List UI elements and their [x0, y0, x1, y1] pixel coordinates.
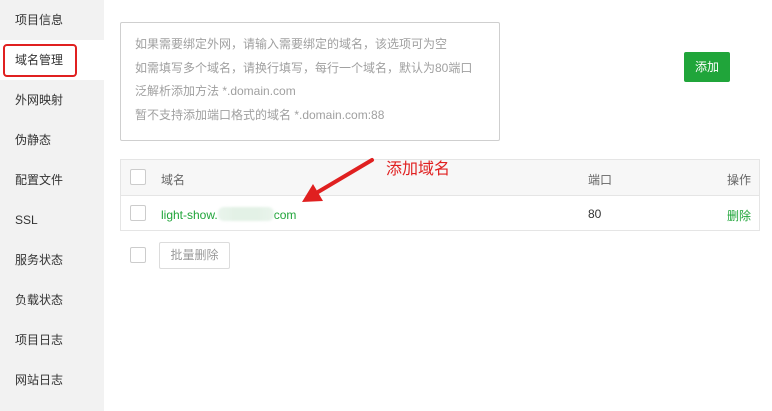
sidebar-item-project-info[interactable]: 项目信息: [0, 0, 104, 40]
sidebar-item-rewrite[interactable]: 伪静态: [0, 120, 104, 160]
annotation-label: 添加域名: [386, 161, 451, 178]
delete-link[interactable]: 删除: [727, 207, 751, 224]
domain-input[interactable]: 如果需要绑定外网，请输入需要绑定的域名，该选项可为空 如需填写多个域名，请换行填…: [120, 22, 500, 141]
domain-input-hint: 如果需要绑定外网，请输入需要绑定的域名，该选项可为空: [135, 37, 448, 51]
redacted-mask: [217, 207, 274, 221]
sidebar-item-label: 伪静态: [15, 133, 52, 147]
sidebar-item-label: 外网映射: [15, 93, 64, 107]
sidebar-item-load-status[interactable]: 负载状态: [0, 280, 104, 320]
sidebar-item-label: 网站日志: [15, 373, 64, 387]
batch-select-checkbox[interactable]: [130, 247, 146, 263]
domain-input-hint: 泛解析添加方法 *.domain.com: [135, 84, 296, 98]
domain-prefix: light-show.: [161, 208, 218, 222]
domain-cell: light-show. com: [161, 207, 296, 222]
table-row: light-show. com 80 删除: [121, 196, 759, 230]
sidebar-item-ssl[interactable]: SSL: [0, 200, 104, 240]
sidebar-item-label: 项目信息: [15, 13, 64, 27]
sidebar-item-label: SSL: [15, 213, 38, 227]
sidebar-item-site-log[interactable]: 网站日志: [0, 360, 104, 400]
sidebar-item-project-log[interactable]: 项目日志: [0, 320, 104, 360]
sidebar-item-label: 服务状态: [15, 253, 64, 267]
sidebar-item-label: 负载状态: [15, 293, 64, 307]
sidebar-item-external-mapping[interactable]: 外网映射: [0, 80, 104, 120]
sidebar: 项目信息 域名管理 外网映射 伪静态 配置文件 SSL 服务状态 负载状态 项目…: [0, 0, 104, 411]
add-domain-button[interactable]: 添加: [684, 52, 730, 82]
row-checkbox[interactable]: [130, 205, 146, 221]
sidebar-item-service-status[interactable]: 服务状态: [0, 240, 104, 280]
domain-suffix: com: [273, 208, 297, 222]
header-port: 端口: [588, 173, 613, 187]
sidebar-item-config-file[interactable]: 配置文件: [0, 160, 104, 200]
sidebar-item-label: 项目日志: [15, 333, 64, 347]
port-cell: 80: [588, 207, 602, 221]
header-action: 操作: [727, 173, 752, 187]
batch-delete-button[interactable]: 批量删除: [159, 242, 230, 269]
select-all-checkbox[interactable]: [130, 169, 146, 185]
header-domain: 域名: [161, 173, 186, 187]
domain-link[interactable]: light-show. com: [161, 207, 297, 222]
domain-input-hint: 如需填写多个域名，请换行填写，每行一个域名，默认为80端口: [135, 60, 473, 75]
sidebar-item-label: 域名管理: [15, 53, 64, 67]
sidebar-item-label: 配置文件: [15, 173, 64, 187]
sidebar-item-domain-management[interactable]: 域名管理: [0, 40, 104, 80]
app-root: 项目信息 域名管理 外网映射 伪静态 配置文件 SSL 服务状态 负载状态 项目…: [0, 0, 772, 411]
domain-input-hint: 暂不支持添加端口格式的域名 *.domain.com:88: [135, 107, 385, 122]
